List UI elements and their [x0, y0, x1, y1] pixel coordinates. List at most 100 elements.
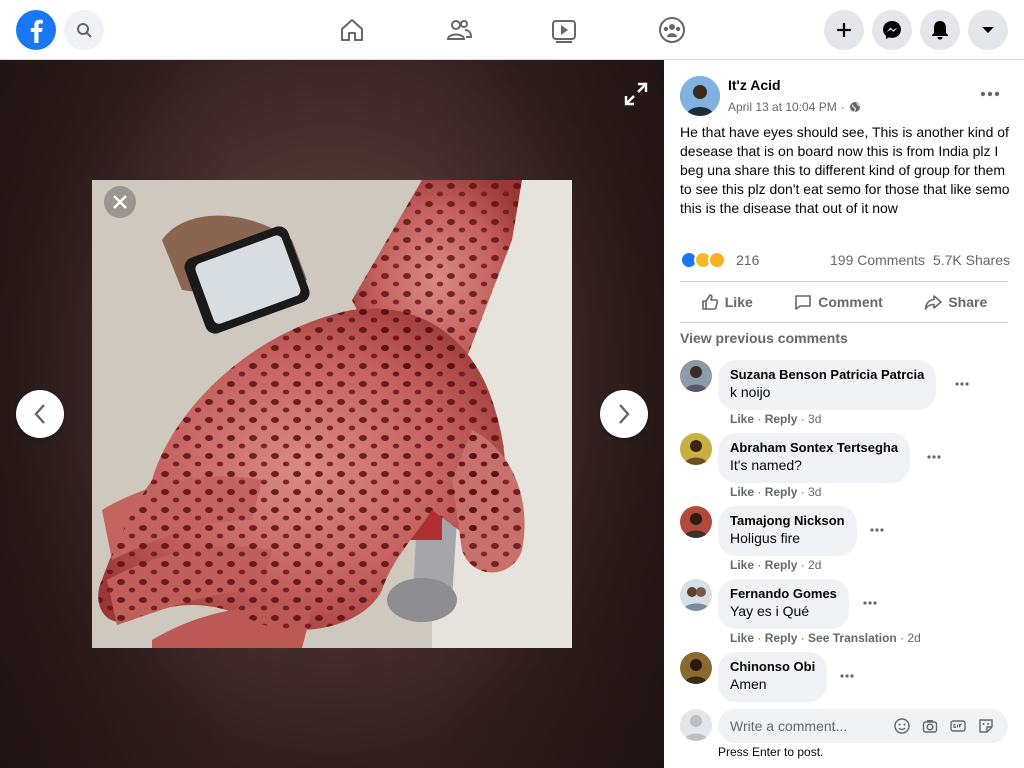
- account-menu-button[interactable]: [968, 10, 1008, 50]
- author-avatar[interactable]: [680, 76, 720, 116]
- close-icon: [113, 195, 127, 209]
- messenger-button[interactable]: [872, 10, 912, 50]
- shares-count[interactable]: 5.7K Shares: [933, 252, 1010, 268]
- comment-like-link[interactable]: Like: [730, 412, 754, 426]
- comment-options-button[interactable]: [865, 520, 889, 540]
- post-options-button[interactable]: [974, 82, 1006, 106]
- haha-reaction-icon: [708, 251, 726, 269]
- comment-text: Amen: [730, 676, 767, 692]
- friends-icon[interactable]: [443, 14, 475, 46]
- camera-icon[interactable]: [922, 718, 938, 734]
- create-icon: [837, 23, 851, 37]
- divider: [680, 281, 1008, 282]
- comment-label: Comment: [818, 294, 883, 310]
- more-icon: [927, 455, 941, 459]
- home-icon[interactable]: [336, 14, 368, 46]
- author-name[interactable]: It'z Acid: [728, 77, 781, 93]
- watch-icon[interactable]: [548, 14, 580, 46]
- thumbs-up-icon: [701, 294, 718, 310]
- see-translation-link[interactable]: See Translation: [808, 631, 897, 645]
- chevron-down-icon: [982, 27, 994, 33]
- notifications-button[interactable]: [920, 10, 960, 50]
- like-button[interactable]: Like: [701, 293, 753, 311]
- expand-icon: [624, 82, 648, 106]
- share-label: Share: [948, 294, 988, 310]
- reaction-icons[interactable]: [680, 251, 726, 269]
- groups-icon[interactable]: [656, 14, 688, 46]
- close-button[interactable]: [104, 186, 136, 218]
- comment-bubble: Tamajong Nickson Holigus fire: [718, 506, 857, 556]
- comment-bubble: Fernando Gomes Yay es i Qué: [718, 579, 849, 629]
- comment-like-link[interactable]: Like: [730, 631, 754, 645]
- view-previous-comments[interactable]: View previous comments: [680, 330, 848, 346]
- post-photo[interactable]: [92, 180, 572, 648]
- comment-reply-link[interactable]: Reply: [765, 412, 798, 426]
- emoji-icon[interactable]: [894, 718, 910, 734]
- commenter-name[interactable]: Abraham Sontex Tertsegha: [730, 440, 898, 456]
- more-icon: [955, 382, 969, 386]
- comment-icon: [795, 295, 812, 310]
- comment-time[interactable]: 2d: [907, 631, 920, 645]
- post-text: He that have eyes should see, This is an…: [680, 124, 1010, 216]
- commenter-avatar[interactable]: [680, 579, 712, 611]
- next-photo-button[interactable]: [600, 390, 648, 438]
- commenter-name[interactable]: Chinonso Obi: [730, 659, 815, 675]
- search-button[interactable]: [64, 10, 104, 50]
- post-actions: Like Comment Share: [680, 286, 1008, 318]
- comment-options-button[interactable]: [858, 593, 882, 613]
- commenter-avatar[interactable]: [680, 652, 712, 684]
- comment-text: It's named?: [730, 457, 802, 473]
- chevron-right-icon: [619, 404, 630, 424]
- divider: [680, 322, 1008, 323]
- comment-bubble: Chinonso Obi Amen: [718, 652, 828, 702]
- comment-reply-link[interactable]: Reply: [765, 631, 798, 645]
- comments-count[interactable]: 199 Comments: [830, 252, 925, 268]
- commenter-name[interactable]: Fernando Gomes: [730, 586, 837, 602]
- create-button[interactable]: [824, 10, 864, 50]
- post-details-panel: It'z Acid April 13 at 10:04 PM · He that…: [664, 60, 1024, 768]
- more-icon: [863, 601, 877, 605]
- comment-options-button[interactable]: [922, 447, 946, 467]
- share-button[interactable]: Share: [924, 293, 987, 311]
- comment-options-button[interactable]: [835, 666, 859, 686]
- commenter-avatar[interactable]: [680, 433, 712, 465]
- commenter-name[interactable]: Tamajong Nickson: [730, 513, 845, 529]
- comment-time[interactable]: 2d: [808, 558, 821, 572]
- more-icon: [980, 91, 1000, 97]
- previous-photo-button[interactable]: [16, 390, 64, 438]
- comment-reply-link[interactable]: Reply: [765, 558, 798, 572]
- commenter-avatar[interactable]: [680, 506, 712, 538]
- post-date[interactable]: April 13 at 10:04 PM: [728, 100, 837, 114]
- fullscreen-button[interactable]: [620, 78, 652, 110]
- comment-like-link[interactable]: Like: [730, 485, 754, 499]
- more-icon: [840, 674, 854, 678]
- sticker-icon[interactable]: [978, 718, 994, 734]
- comment-time[interactable]: 3d: [808, 412, 821, 426]
- comment-actions: Like · Reply · 3d: [730, 485, 822, 499]
- photo-content: [92, 180, 572, 648]
- separator-dot: ·: [840, 100, 845, 114]
- comment-text: k noijo: [730, 384, 771, 400]
- globe-icon: [849, 102, 860, 113]
- comment-time[interactable]: 3d: [808, 485, 821, 499]
- notifications-icon: [932, 21, 948, 40]
- comment-like-link[interactable]: Like: [730, 558, 754, 572]
- comment-text: Holigus fire: [730, 530, 801, 546]
- facebook-logo[interactable]: [16, 10, 56, 50]
- comment-options-button[interactable]: [950, 374, 974, 394]
- commenter-avatar[interactable]: [680, 360, 712, 392]
- reaction-count[interactable]: 216: [736, 252, 759, 268]
- gif-icon[interactable]: [950, 718, 966, 734]
- search-icon: [77, 23, 92, 38]
- press-enter-hint: Press Enter to post.: [718, 745, 824, 759]
- comment-input[interactable]: [730, 709, 880, 743]
- comment-button[interactable]: Comment: [794, 293, 883, 311]
- like-label: Like: [724, 294, 753, 310]
- reactions-bar: 216 199 Comments 5.7K Shares: [680, 248, 1010, 272]
- comment-bubble: Suzana Benson Patricia Patrcia k noijo: [718, 360, 937, 410]
- comment-actions: Like · Reply · 3d: [730, 412, 822, 426]
- comment-reply-link[interactable]: Reply: [765, 485, 798, 499]
- comment-actions: Like · Reply · See Translation · 2d: [730, 631, 921, 645]
- commenter-name[interactable]: Suzana Benson Patricia Patrcia: [730, 367, 924, 383]
- my-avatar[interactable]: [680, 709, 712, 741]
